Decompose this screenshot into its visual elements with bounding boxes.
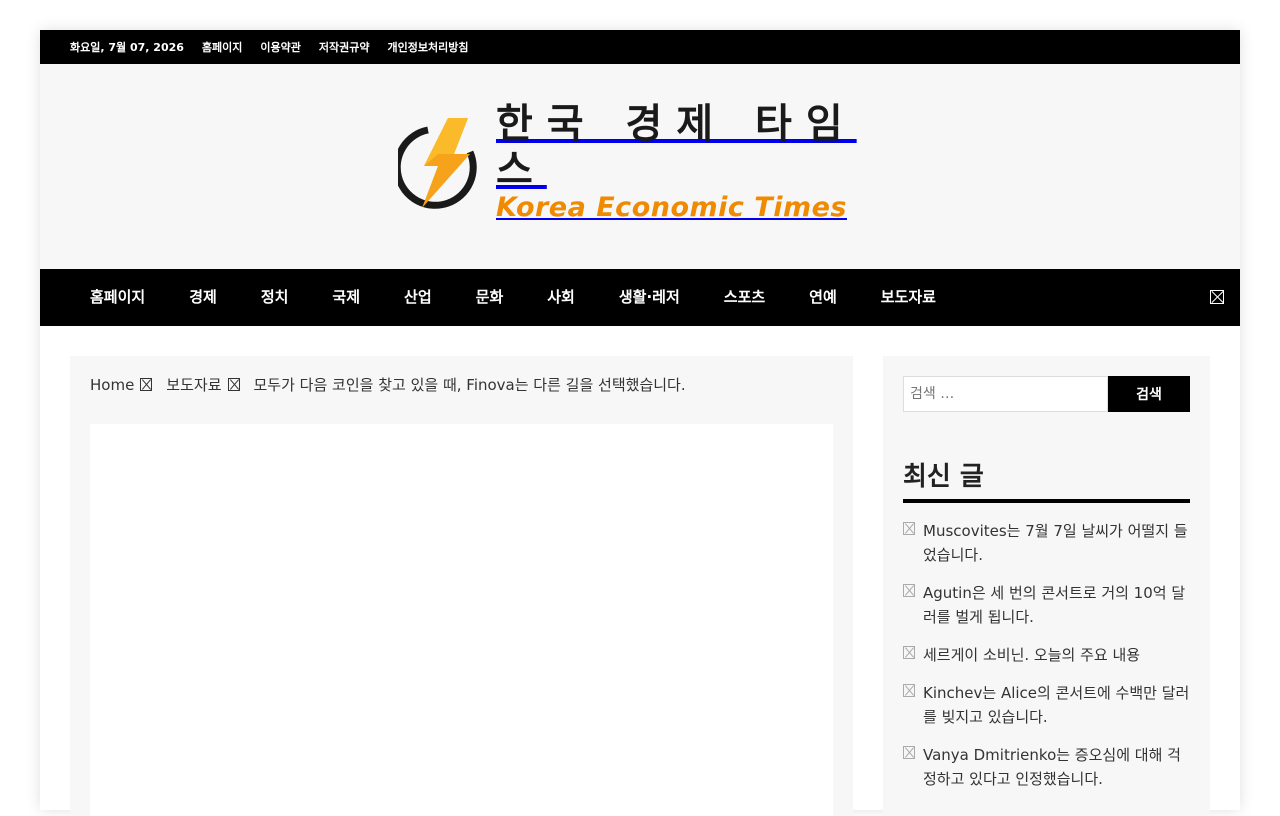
site-logo[interactable]: 한국 경제 타임스 Korea Economic Times [398,101,884,223]
top-link-home[interactable]: 홈페이지 [202,39,242,55]
recent-post-link[interactable]: Kinchev는 Alice의 콘서트에 수백만 달러를 빚지고 있습니다. [923,681,1190,729]
title-divider [903,499,1190,503]
site-container: 화요일, 7월 07, 2026 홈페이지 이용약관 저작권규약 개인정보처리방… [40,30,1240,816]
nav-item-sports[interactable]: 스포츠 [702,269,787,326]
lightning-power-icon [398,118,477,209]
nav-item-home[interactable]: 홈페이지 [70,269,167,326]
recent-post-link[interactable]: Vanya Dmitrienko는 증오심에 대해 걱정하고 있다고 인정했습니… [923,743,1190,791]
recent-post-link[interactable]: Muscovites는 7월 7일 날씨가 어떨지 들었습니다. [923,519,1190,567]
list-item: Agutin은 세 번의 콘서트로 거의 10억 달러를 벌게 됩니다. [903,581,1190,629]
chevron-right-icon [140,378,153,391]
article-content [90,424,833,816]
recent-post-link[interactable]: Agutin은 세 번의 콘서트로 거의 10억 달러를 벌게 됩니다. [923,581,1190,629]
search-button[interactable]: 검색 [1108,376,1190,412]
bullet-icon [903,522,915,535]
top-bar: 화요일, 7월 07, 2026 홈페이지 이용약관 저작권규약 개인정보처리방… [40,30,1240,64]
main-column: Home 보도자료 모두가 다음 코인을 찾고 있을 때, Finova는 다른… [70,356,853,816]
logo-english-title: Korea Economic Times [496,192,847,223]
top-link-terms[interactable]: 이용약관 [260,39,300,55]
content-area: Home 보도자료 모두가 다음 코인을 찾고 있을 때, Finova는 다른… [40,326,1240,816]
bullet-icon [903,584,915,597]
top-link-copyright[interactable]: 저작권규약 [319,39,370,55]
list-item: Kinchev는 Alice의 콘서트에 수백만 달러를 빚지고 있습니다. [903,681,1190,729]
recent-posts-title: 최신 글 [903,462,984,492]
nav-item-international[interactable]: 국제 [310,269,382,326]
bullet-icon [903,646,915,659]
search-form: 검색 [903,376,1190,412]
breadcrumb-home[interactable]: Home [90,376,134,394]
nav-item-industry[interactable]: 산업 [382,269,454,326]
chevron-right-icon [227,378,240,391]
recent-posts-list: Muscovites는 7월 7일 날씨가 어떨지 들었습니다. Agutin은… [903,519,1190,805]
nav-item-press-release[interactable]: 보도자료 [859,269,958,326]
list-item: Muscovites는 7월 7일 날씨가 어떨지 들었습니다. [903,519,1190,567]
nav-item-culture[interactable]: 문화 [454,269,526,326]
main-navigation: 홈페이지 경제 정치 국제 산업 문화 사회 생활·레저 스포츠 연예 보도자료 [40,269,1240,326]
nav-item-economy[interactable]: 경제 [167,269,239,326]
nav-item-lifestyle[interactable]: 생활·레저 [597,269,702,326]
nav-item-society[interactable]: 사회 [525,269,597,326]
breadcrumb: Home 보도자료 모두가 다음 코인을 찾고 있을 때, Finova는 다른… [90,374,686,395]
nav-item-entertainment[interactable]: 연예 [787,269,859,326]
sidebar: 검색 최신 글 Muscovites는 7월 7일 날씨가 어떨지 들었습니다.… [883,356,1210,816]
bullet-icon [903,684,915,697]
list-item: 세르게이 소비닌. 오늘의 주요 내용 [903,643,1190,667]
current-date: 화요일, 7월 07, 2026 [70,41,184,54]
top-link-privacy[interactable]: 개인정보처리방침 [387,39,468,55]
search-input[interactable] [903,376,1108,412]
breadcrumb-category[interactable]: 보도자료 [166,374,221,395]
breadcrumb-current: 모두가 다음 코인을 찾고 있을 때, Finova는 다른 길을 선택했습니다… [253,376,686,394]
site-header: 한국 경제 타임스 Korea Economic Times [40,64,1240,269]
list-item: Vanya Dmitrienko는 증오심에 대해 걱정하고 있다고 인정했습니… [903,743,1190,791]
recent-post-link[interactable]: 세르게이 소비닌. 오늘의 주요 내용 [923,643,1140,667]
nav-item-politics[interactable]: 정치 [239,269,311,326]
search-toggle-icon[interactable] [1210,290,1224,304]
logo-korean-title: 한국 경제 타임스 [496,101,857,193]
bullet-icon [903,746,915,759]
